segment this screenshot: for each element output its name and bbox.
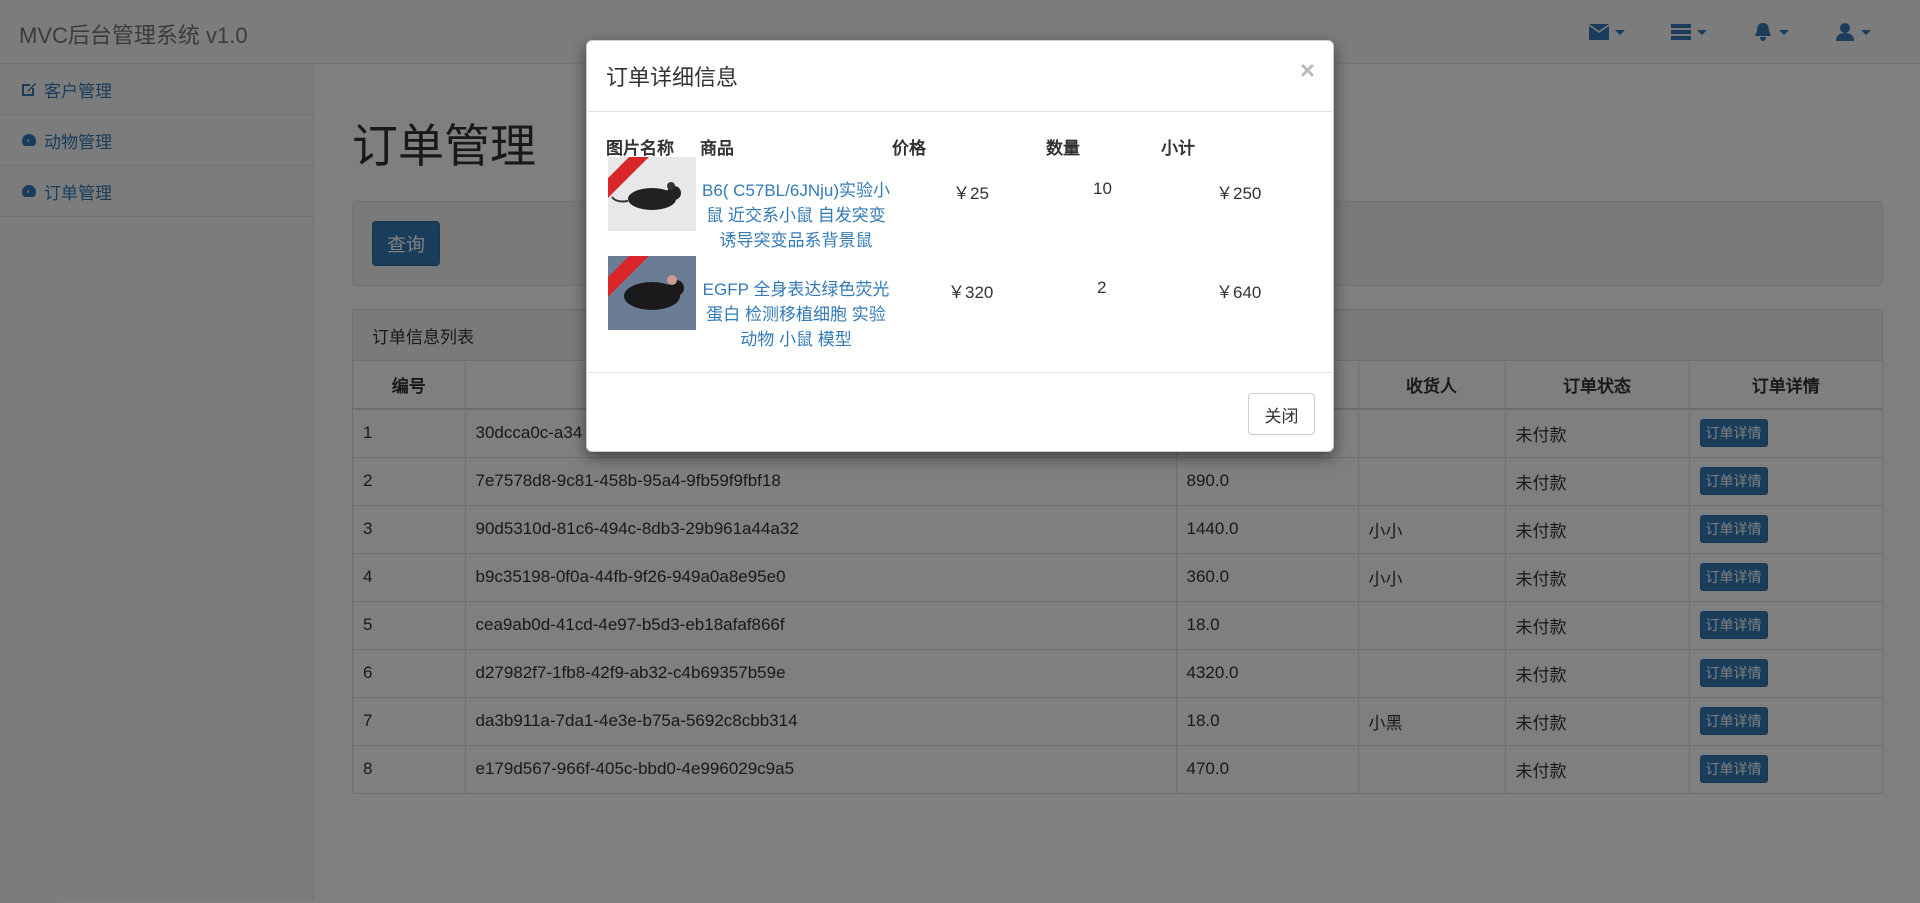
- item-quantity: 2: [1097, 278, 1107, 297]
- header-image-name: 图片名称: [606, 139, 674, 158]
- modal-header: 订单详细信息 ×: [587, 41, 1333, 112]
- product-image: [608, 157, 696, 231]
- modal-title: 订单详细信息: [606, 65, 739, 90]
- item-price: ￥320: [948, 283, 994, 302]
- header-product: 商品: [700, 139, 734, 158]
- item-price: ￥25: [953, 184, 989, 203]
- header-price: 价格: [892, 139, 926, 158]
- header-quantity: 数量: [1046, 139, 1080, 158]
- product-image: [608, 256, 696, 330]
- close-icon[interactable]: ×: [1300, 55, 1315, 86]
- item-subtotal: ￥640: [1216, 283, 1262, 302]
- modal-body: 图片名称 商品 价格 数量 小计 B6( C57BL/6JNju)实验小鼠 近交…: [587, 112, 1333, 372]
- header-subtotal: 小计: [1161, 139, 1195, 158]
- item-quantity: 10: [1093, 179, 1112, 198]
- order-detail-modal: 订单详细信息 × 图片名称 商品 价格 数量 小计 B6( C57BL/6JNj…: [586, 40, 1334, 452]
- item-subtotal: ￥250: [1216, 184, 1262, 203]
- product-link[interactable]: B6( C57BL/6JNju)实验小鼠 近交系小鼠 自发突变 诱导突变品系背景…: [701, 178, 891, 253]
- modal-footer: 关闭: [587, 372, 1333, 453]
- close-button[interactable]: 关闭: [1248, 393, 1315, 435]
- product-link[interactable]: EGFP 全身表达绿色荧光蛋白 检测移植细胞 实验动物 小鼠 模型: [701, 277, 891, 352]
